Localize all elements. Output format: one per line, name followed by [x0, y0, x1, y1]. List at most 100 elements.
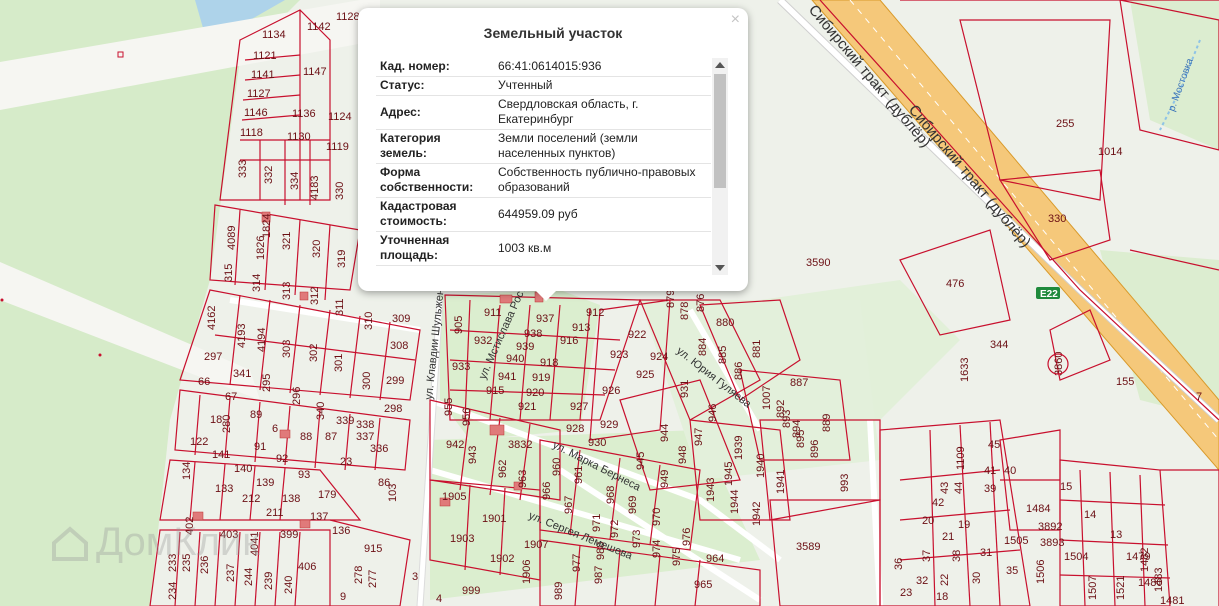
parcel-number: 962: [497, 460, 509, 478]
parcel-number: 45: [988, 439, 1000, 451]
parcel-number: 87: [325, 431, 337, 443]
parcel-number: 36: [893, 558, 905, 570]
parcel-number: 1943: [705, 478, 717, 502]
scroll-up-icon[interactable]: [715, 62, 725, 68]
route-shield-e22: E22: [1036, 287, 1060, 300]
row-value: Собственность публично-правовых образова…: [494, 163, 711, 198]
parcel-number: 1147: [303, 66, 327, 78]
parcel-number: 1506: [1035, 560, 1047, 584]
parcel-number: 940: [506, 353, 524, 365]
row-value: 1003 кв.м: [494, 231, 711, 266]
parcel-number: 277: [367, 570, 379, 588]
parcel-number: 1109: [955, 446, 967, 470]
parcel-number: 295: [261, 374, 273, 392]
parcel-number: 1121: [253, 50, 277, 62]
parcel-number: 255: [1056, 118, 1074, 130]
parcel-number: 943: [467, 446, 479, 464]
parcel-number: 965: [694, 579, 712, 591]
parcel-number: 1483: [1153, 568, 1165, 592]
parcel-number: 92: [276, 453, 288, 465]
parcel-number: 942: [446, 439, 464, 451]
parcel-number: 1136: [292, 108, 316, 120]
parcel-number: 280: [221, 415, 233, 433]
parcel-number: 1824: [261, 214, 273, 238]
parcel-number: 939: [516, 341, 534, 353]
parcel-number: 44: [953, 482, 965, 494]
parcel-number: 88: [300, 431, 312, 443]
parcel-number: 39: [984, 483, 996, 495]
parcel-number: 138: [282, 493, 300, 505]
parcel-number: 13: [1110, 529, 1122, 541]
row-value: 66:41:0614015:936: [494, 57, 711, 77]
parcel-number: 298: [384, 403, 402, 415]
parcel-number: 887: [790, 377, 808, 389]
parcel-number: 1146: [244, 107, 268, 119]
parcel-number: 881: [751, 340, 763, 358]
parcel-number: 300: [361, 372, 373, 390]
parcel-number: 1944: [729, 490, 741, 514]
watermark: ДомКлик: [50, 520, 260, 565]
parcel-number: 341: [233, 368, 251, 380]
parcel-number: 155: [1116, 376, 1134, 388]
parcel-number: 947: [693, 428, 705, 446]
parcel-number: 1905: [442, 491, 466, 503]
parcel-number: 895: [795, 430, 807, 448]
watermark-text: ДомКлик: [96, 520, 260, 564]
parcel-number: 303: [281, 340, 293, 358]
parcel-number: 22: [939, 574, 951, 586]
parcel-number: 1128: [336, 11, 360, 23]
parcel-number: 6: [272, 423, 278, 435]
parcel-number: 1484: [1026, 503, 1050, 515]
popup-scroll-area[interactable]: Кад. номер: 66:41:0614015:936 Статус: Уч…: [376, 57, 712, 277]
parcel-number: 913: [572, 322, 590, 334]
parcel-number: 948: [677, 446, 689, 464]
parcel-number: 336: [370, 443, 388, 455]
parcel-number: 972: [609, 520, 621, 538]
scroll-down-icon[interactable]: [715, 265, 725, 271]
parcel-number: 93: [298, 469, 310, 481]
parcel-number: 20: [922, 515, 934, 527]
row-value: Земли поселений (земли населенных пункто…: [494, 129, 711, 164]
parcel-number: 1127: [247, 88, 271, 100]
parcel-number: 3: [412, 571, 418, 583]
parcel-number: 333: [237, 160, 249, 178]
parcel-number: 916: [560, 335, 578, 347]
parcel-number: 4193: [236, 324, 248, 348]
parcel-number: 67: [225, 391, 237, 403]
parcel-number: 91: [254, 441, 266, 453]
parcel-number: 399: [280, 529, 298, 541]
parcel-number: 309: [392, 313, 410, 325]
parcel-number: 973: [631, 530, 643, 548]
parcel-number: 18: [936, 591, 948, 603]
parcel-number: 884: [697, 338, 709, 356]
parcel-number: 103: [387, 484, 399, 502]
scroll-thumb[interactable]: [714, 74, 726, 188]
parcel-number: 925: [636, 369, 654, 381]
parcel-number: 987: [593, 566, 605, 584]
parcel-number: 1826: [255, 236, 267, 260]
parcel-number: 931: [679, 380, 691, 398]
parcel-number: 344: [990, 339, 1008, 351]
popup-scrollbar[interactable]: [712, 58, 728, 275]
parcel-number: 963: [517, 470, 529, 488]
parcel-number: 313: [281, 282, 293, 300]
row-label: Форма собственности:: [376, 163, 494, 198]
parcel-number: 278: [353, 566, 365, 584]
parcel-number: 35: [1006, 565, 1018, 577]
table-row: Адрес: Свердловская область, г. Екатерин…: [376, 95, 711, 130]
parcel-number: 140: [234, 463, 252, 475]
parcel-number: 946: [707, 404, 719, 422]
parcel-number: 23: [340, 456, 352, 468]
parcel-number: 1482: [1139, 548, 1151, 572]
row-label: Кад. номер:: [376, 57, 494, 77]
parcel-number: 134: [181, 462, 193, 480]
parcel-number: 1633: [959, 358, 971, 382]
parcel-number: 1134: [262, 29, 286, 41]
parcel-number: 885: [717, 346, 729, 364]
parcel-number: 37: [921, 550, 933, 562]
parcel-number: 40: [1004, 465, 1016, 477]
parcel-number: 14: [1084, 509, 1096, 521]
parcel-number: 993: [839, 474, 851, 492]
parcel-number: 1939: [733, 436, 745, 460]
parcel-number: 976: [681, 528, 693, 546]
